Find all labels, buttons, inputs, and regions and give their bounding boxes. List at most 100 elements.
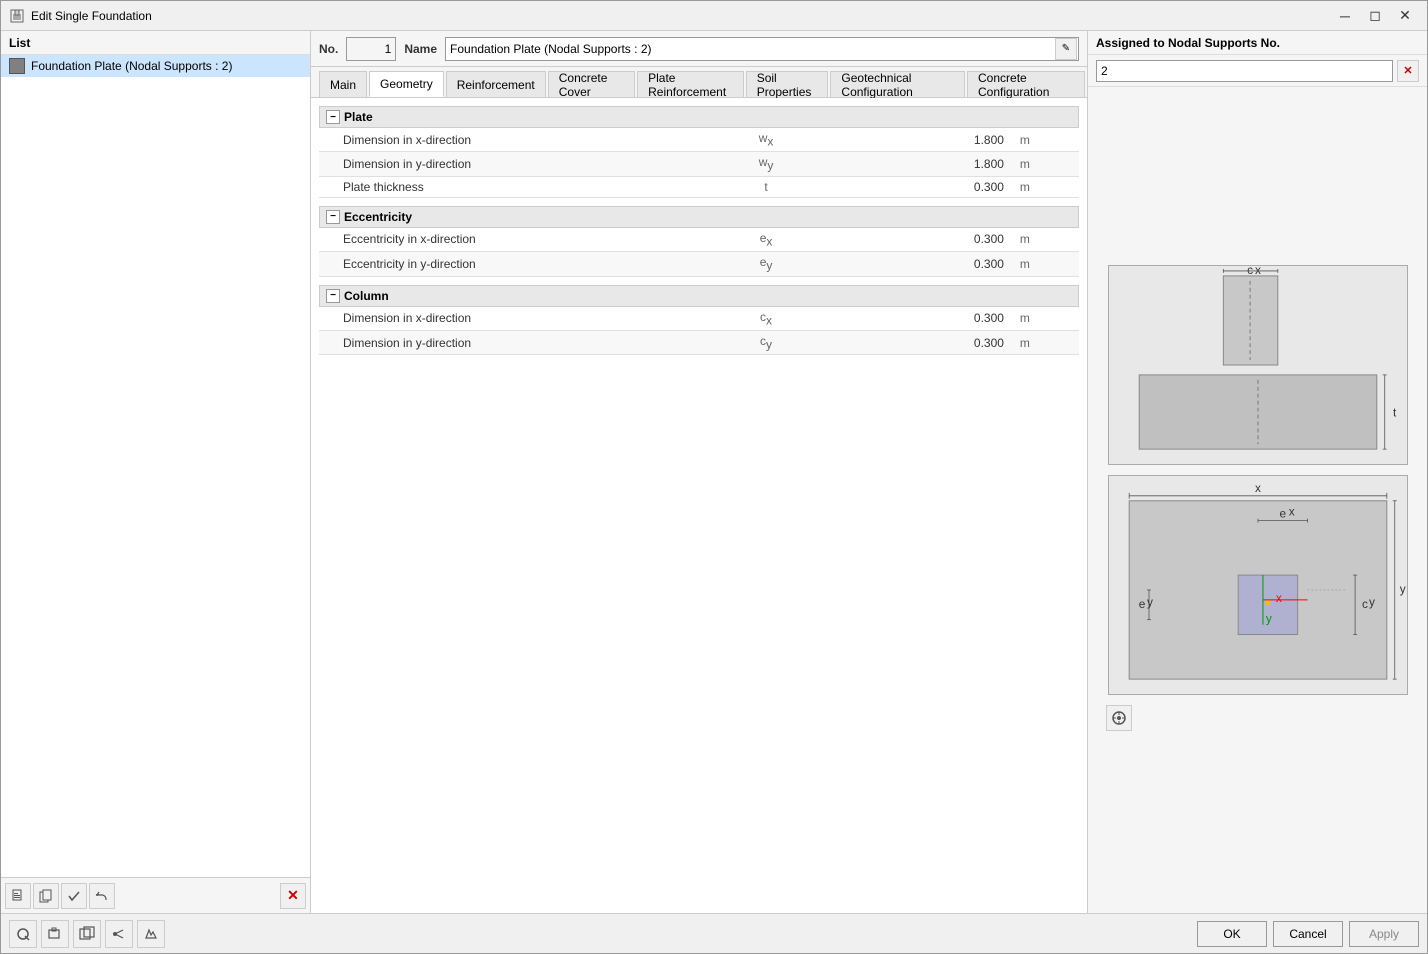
svg-text:c: c bbox=[1362, 597, 1368, 611]
diagram-bottom-tools bbox=[1098, 705, 1417, 735]
table-row: Dimension in x-direction cx 0.300 m bbox=[319, 307, 1079, 331]
apply-button[interactable]: Apply bbox=[1349, 921, 1419, 947]
cell-value[interactable]: 0.300 bbox=[833, 252, 1012, 276]
table-row: Eccentricity in x-direction ex 0.300 m bbox=[319, 228, 1079, 252]
window-controls: ─ ◻ ✕ bbox=[1331, 5, 1419, 27]
diagram-tool-button[interactable] bbox=[1106, 705, 1132, 731]
cell-label: Dimension in x-direction bbox=[319, 307, 699, 331]
column-table: Dimension in x-direction cx 0.300 m Dime… bbox=[319, 307, 1079, 356]
tab-main[interactable]: Main bbox=[319, 71, 367, 97]
left-panel: List Foundation Plate (Nodal Supports : … bbox=[1, 31, 311, 913]
cell-unit: m bbox=[1012, 128, 1079, 152]
eccentricity-section: − Eccentricity Eccentricity in x-directi… bbox=[319, 206, 1079, 277]
cell-value[interactable]: 0.300 bbox=[833, 228, 1012, 252]
window-icon bbox=[9, 8, 25, 24]
top-fields: No. Name ✎ bbox=[311, 31, 1087, 67]
cell-symbol: wx bbox=[699, 128, 833, 152]
cell-label: Plate thickness bbox=[319, 176, 699, 197]
plate-toggle[interactable]: − bbox=[326, 110, 340, 124]
bottom-tool-2[interactable] bbox=[41, 920, 69, 948]
table-row: Dimension in x-direction wx 1.800 m bbox=[319, 128, 1079, 152]
cell-label: Dimension in y-direction bbox=[319, 330, 699, 354]
copy-button[interactable] bbox=[33, 883, 59, 909]
svg-text:y: y bbox=[1265, 612, 1271, 626]
cell-unit: m bbox=[1012, 330, 1079, 354]
eccentricity-toggle[interactable]: − bbox=[326, 210, 340, 224]
diagram-area: c x t bbox=[1088, 87, 1427, 913]
cell-value[interactable]: 0.300 bbox=[833, 176, 1012, 197]
tab-soil-properties[interactable]: Soil Properties bbox=[746, 71, 829, 97]
list-item[interactable]: Foundation Plate (Nodal Supports : 2) bbox=[1, 55, 310, 77]
cell-symbol: wy bbox=[699, 152, 833, 176]
cell-value[interactable]: 1.800 bbox=[833, 128, 1012, 152]
ok-button[interactable]: OK bbox=[1197, 921, 1267, 947]
delete-button[interactable]: ✕ bbox=[280, 883, 306, 909]
assigned-input[interactable] bbox=[1096, 60, 1393, 82]
undo-button[interactable] bbox=[89, 883, 115, 909]
assigned-header: Assigned to Nodal Supports No. bbox=[1088, 31, 1427, 55]
no-field[interactable] bbox=[346, 37, 396, 61]
name-field[interactable] bbox=[445, 37, 1079, 61]
cell-value[interactable]: 1.800 bbox=[833, 152, 1012, 176]
svg-text:y: y bbox=[1368, 595, 1374, 609]
edit-name-button[interactable]: ✎ bbox=[1055, 38, 1077, 60]
table-row: Dimension in y-direction wy 1.800 m bbox=[319, 152, 1079, 176]
column-title: Column bbox=[344, 289, 389, 303]
tab-content: − Plate Dimension in x-direction wx 1.80… bbox=[311, 98, 1087, 913]
no-label: No. bbox=[319, 42, 338, 56]
svg-text:y: y bbox=[1147, 595, 1153, 609]
list-header: List bbox=[1, 31, 310, 55]
tab-concrete-configuration[interactable]: Concrete Configuration bbox=[967, 71, 1085, 97]
cell-symbol: cy bbox=[699, 330, 833, 354]
cell-unit: m bbox=[1012, 228, 1079, 252]
name-label: Name bbox=[404, 42, 437, 56]
right-panel: Assigned to Nodal Supports No. ✕ bbox=[1087, 31, 1427, 913]
main-content: List Foundation Plate (Nodal Supports : … bbox=[1, 31, 1427, 913]
cancel-button[interactable]: Cancel bbox=[1273, 921, 1343, 947]
elevation-diagram: c x t bbox=[1108, 265, 1408, 465]
table-row: Plate thickness t 0.300 m bbox=[319, 176, 1079, 197]
svg-text:e: e bbox=[1138, 597, 1145, 611]
cell-value[interactable]: 0.300 bbox=[833, 330, 1012, 354]
tab-plate-reinforcement[interactable]: Plate Reinforcement bbox=[637, 71, 744, 97]
cell-unit: m bbox=[1012, 307, 1079, 331]
svg-text:e: e bbox=[1279, 507, 1286, 521]
cell-value[interactable]: 0.300 bbox=[833, 307, 1012, 331]
title-bar: Edit Single Foundation ─ ◻ ✕ bbox=[1, 1, 1427, 31]
minimize-button[interactable]: ─ bbox=[1331, 5, 1359, 27]
cell-unit: m bbox=[1012, 252, 1079, 276]
bottom-right-buttons: OK Cancel Apply bbox=[1197, 921, 1419, 947]
cell-symbol: t bbox=[699, 176, 833, 197]
eccentricity-title: Eccentricity bbox=[344, 210, 412, 224]
column-section-header: − Column bbox=[319, 285, 1079, 307]
bottom-tool-5[interactable] bbox=[137, 920, 165, 948]
left-toolbar: ✕ bbox=[1, 877, 310, 913]
check-button[interactable] bbox=[61, 883, 87, 909]
svg-text:x: x bbox=[1255, 481, 1261, 495]
assigned-field-row: ✕ bbox=[1088, 55, 1427, 87]
tab-geometry[interactable]: Geometry bbox=[369, 71, 444, 97]
assigned-clear-button[interactable]: ✕ bbox=[1397, 60, 1419, 82]
bottom-tool-1[interactable] bbox=[9, 920, 37, 948]
plate-section: − Plate Dimension in x-direction wx 1.80… bbox=[319, 106, 1079, 198]
plate-table: Dimension in x-direction wx 1.800 m Dime… bbox=[319, 128, 1079, 198]
tab-concrete-cover[interactable]: Concrete Cover bbox=[548, 71, 635, 97]
column-toggle[interactable]: − bbox=[326, 289, 340, 303]
plate-title: Plate bbox=[344, 110, 373, 124]
list-item-text: Foundation Plate (Nodal Supports : 2) bbox=[31, 59, 232, 73]
new-button[interactable] bbox=[5, 883, 31, 909]
tabs-container: Main Geometry Reinforcement Concrete Cov… bbox=[311, 67, 1087, 98]
bottom-tool-4[interactable] bbox=[105, 920, 133, 948]
close-button[interactable]: ✕ bbox=[1391, 5, 1419, 27]
tab-reinforcement[interactable]: Reinforcement bbox=[446, 71, 546, 97]
list-container: Foundation Plate (Nodal Supports : 2) bbox=[1, 55, 310, 877]
tab-geotechnical-configuration[interactable]: Geotechnical Configuration bbox=[830, 71, 965, 97]
plan-diagram: x e x e y bbox=[1108, 475, 1408, 695]
bottom-tool-3[interactable] bbox=[73, 920, 101, 948]
cell-symbol: ey bbox=[699, 252, 833, 276]
table-row: Eccentricity in y-direction ey 0.300 m bbox=[319, 252, 1079, 276]
svg-text:y: y bbox=[1399, 582, 1405, 596]
window-title: Edit Single Foundation bbox=[31, 9, 1331, 23]
maximize-button[interactable]: ◻ bbox=[1361, 5, 1389, 27]
main-window: Edit Single Foundation ─ ◻ ✕ List Founda… bbox=[0, 0, 1428, 954]
